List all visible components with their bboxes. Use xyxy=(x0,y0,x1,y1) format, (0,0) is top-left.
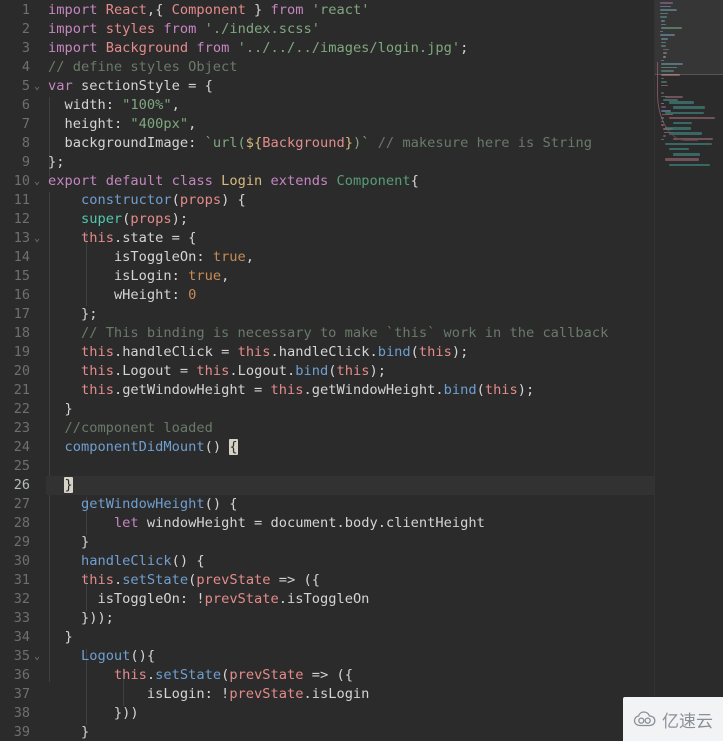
cloud-icon xyxy=(633,710,659,728)
code-line[interactable]: componentDidMount() { xyxy=(46,438,723,457)
code-line[interactable]: isLogin: true, xyxy=(46,267,723,286)
fold-chevron-down-icon[interactable]: ⌄ xyxy=(31,172,43,191)
line-number: 5 ⌄ xyxy=(0,77,46,96)
code-line[interactable]: // define styles Object xyxy=(46,58,723,77)
code-line[interactable]: this.Logout = this.Logout.bind(this); xyxy=(46,362,723,381)
fold-chevron-down-icon[interactable]: ⌄ xyxy=(31,77,43,96)
watermark-text: 亿速云 xyxy=(662,711,713,732)
line-number: 20 xyxy=(13,363,30,379)
minimap-line xyxy=(665,158,699,161)
code-line[interactable]: })) xyxy=(46,704,723,723)
line-number: 7 xyxy=(21,116,30,132)
fold-chevron-down-icon[interactable]: ⌄ xyxy=(31,229,43,248)
code-line[interactable]: }; xyxy=(46,305,723,324)
watermark: 亿速云 xyxy=(623,697,723,741)
minimap-line xyxy=(661,138,665,141)
line-number: 4 xyxy=(21,59,30,75)
code-line[interactable]: wHeight: 0 xyxy=(46,286,723,305)
code-line[interactable]: isToggleOn: true, xyxy=(46,248,723,267)
code-line[interactable]: Logout(){ xyxy=(46,647,723,666)
bracket-match-highlight: } xyxy=(64,477,73,493)
minimap-line xyxy=(669,148,689,151)
code-line[interactable]: } xyxy=(46,723,723,741)
code-line[interactable]: var sectionStyle = { xyxy=(46,77,723,96)
code-line[interactable]: } xyxy=(46,476,723,495)
code-line[interactable]: import Background from '../../../images/… xyxy=(46,39,723,58)
code-line[interactable]: constructor(props) { xyxy=(46,191,723,210)
line-number: 37 xyxy=(13,686,30,702)
code-line[interactable]: backgroundImage: `url(${Background})` //… xyxy=(46,134,723,153)
line-number: 36 xyxy=(13,667,30,683)
line-number: 30 xyxy=(13,553,30,569)
code-line[interactable]: this.setState(prevState => ({ xyxy=(46,571,723,590)
line-number: 2 xyxy=(21,21,30,37)
code-line[interactable]: let windowHeight = document.body.clientH… xyxy=(46,514,723,533)
line-number: 39 xyxy=(13,724,30,740)
line-number: 15 xyxy=(13,268,30,284)
line-number: 23 xyxy=(13,420,30,436)
minimap-line xyxy=(662,135,666,137)
line-number: 29 xyxy=(13,534,30,550)
line-number: 26 xyxy=(13,477,30,493)
code-line[interactable]: }; xyxy=(46,153,723,172)
line-number: 22 xyxy=(13,401,30,417)
line-number: 38 xyxy=(13,705,30,721)
line-number: 21 xyxy=(13,382,30,398)
line-number: 27 xyxy=(13,496,30,512)
minimap[interactable] xyxy=(654,0,723,741)
code-line[interactable]: this.setState(prevState => ({ xyxy=(46,666,723,685)
code-editor[interactable]: 1 2 3 4 5 ⌄ 6 7 8 9 10 ⌄ 11 12 13 ⌄ 14 15 16 17 18 19 20 21 22 23… xyxy=(0,0,723,741)
line-number: 14 xyxy=(13,249,30,265)
code-line[interactable]: this.handleClick = this.handleClick.bind… xyxy=(46,343,723,362)
line-number: 12 xyxy=(13,211,30,227)
fold-chevron-down-icon[interactable]: ⌄ xyxy=(31,647,43,666)
code-line[interactable]: isLogin: !prevState.isLogin xyxy=(46,685,723,704)
line-number: 17 xyxy=(13,306,30,322)
line-number: 3 xyxy=(21,40,30,56)
line-number: 24 xyxy=(13,439,30,455)
minimap-line xyxy=(669,163,710,166)
code-line[interactable]: import styles from './index.scss' xyxy=(46,20,723,39)
line-number: 16 xyxy=(13,287,30,303)
code-line[interactable]: import React,{ Component } from 'react' xyxy=(46,1,723,20)
code-line[interactable]: width: "100%", xyxy=(46,96,723,115)
code-line[interactable]: height: "400px", xyxy=(46,115,723,134)
code-line[interactable] xyxy=(46,457,723,476)
line-number: 19 xyxy=(13,344,30,360)
line-number: 13 ⌄ xyxy=(0,229,46,248)
line-number: 33 xyxy=(13,610,30,626)
line-number: 8 xyxy=(21,135,30,151)
line-number: 9 xyxy=(21,154,30,170)
code-line[interactable]: } xyxy=(46,628,723,647)
line-number-gutter: 1 2 3 4 5 ⌄ 6 7 8 9 10 ⌄ 11 12 13 ⌄ 14 15 16 17 18 19 20 21 22 23… xyxy=(0,0,46,741)
code-line[interactable]: super(props); xyxy=(46,210,723,229)
code-line[interactable]: getWindowHeight() { xyxy=(46,495,723,514)
code-line[interactable]: } xyxy=(46,533,723,552)
bracket-match-highlight: { xyxy=(229,439,238,455)
code-line[interactable]: this.getWindowHeight = this.getWindowHei… xyxy=(46,381,723,400)
code-content-area[interactable]: import React,{ Component } from 'react' i… xyxy=(46,0,723,741)
line-number: 25 xyxy=(13,458,30,474)
line-number: 35 ⌄ xyxy=(0,647,46,666)
line-number: 6 xyxy=(21,97,30,113)
code-line[interactable]: export default class Login extends Compo… xyxy=(46,172,723,191)
line-number: 1 xyxy=(21,2,30,18)
line-number: 11 xyxy=(13,192,30,208)
line-number: 34 xyxy=(13,629,30,645)
code-line[interactable]: isToggleOn: !prevState.isToggleOn xyxy=(46,590,723,609)
code-line[interactable]: } xyxy=(46,400,723,419)
code-line[interactable]: // This binding is necessary to make `th… xyxy=(46,324,723,343)
line-number: 28 xyxy=(13,515,30,531)
line-number: 31 xyxy=(13,572,30,588)
line-number: 18 xyxy=(13,325,30,341)
line-number: 32 xyxy=(13,591,30,607)
code-line[interactable]: //component loaded xyxy=(46,419,723,438)
code-line[interactable]: handleClick() { xyxy=(46,552,723,571)
minimap-line xyxy=(665,142,712,146)
code-line[interactable]: })); xyxy=(46,609,723,628)
minimap-line xyxy=(673,153,700,156)
code-line[interactable]: this.state = { xyxy=(46,229,723,248)
line-number: 10 ⌄ xyxy=(0,172,46,191)
